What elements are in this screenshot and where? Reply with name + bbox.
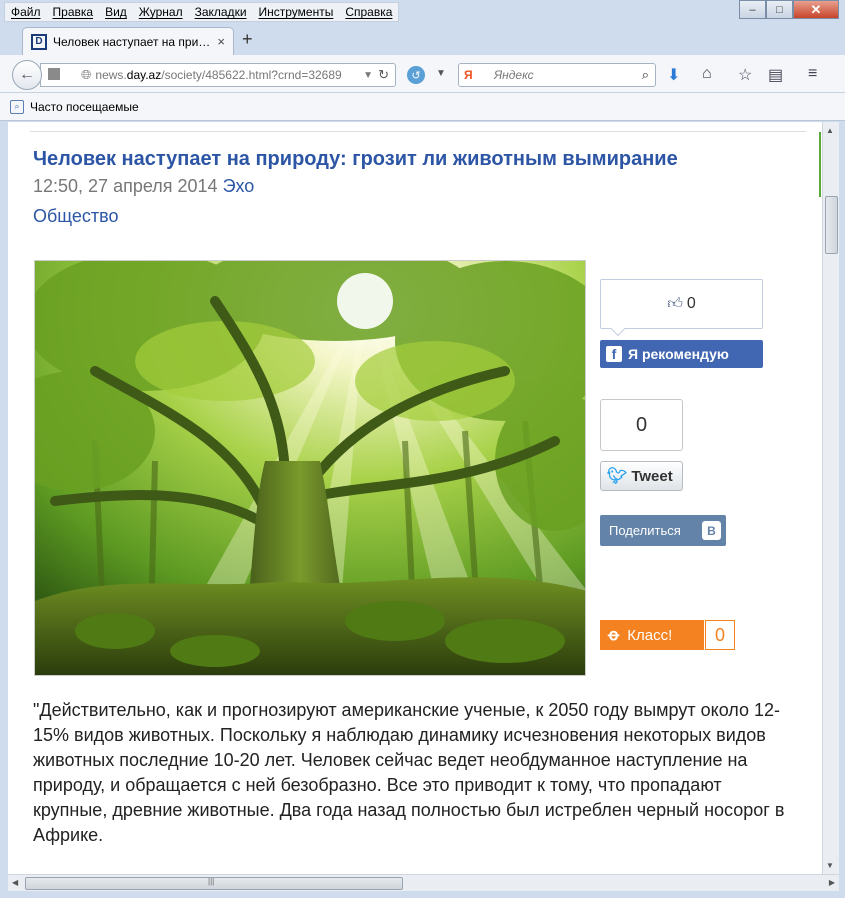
scroll-down-icon[interactable]: ▼	[826, 861, 834, 870]
vertical-scroll-thumb[interactable]	[825, 196, 838, 254]
menu-help[interactable]: Справка	[339, 3, 398, 21]
site-favicon-icon: D	[31, 33, 47, 50]
odnoklassniki-icon: ꝋ	[608, 627, 620, 644]
article-source-link[interactable]: Эхо	[223, 176, 255, 196]
vk-share-button[interactable]: Поделиться B	[600, 515, 726, 546]
search-engine-dropdown-icon[interactable]: ▼	[436, 68, 446, 79]
reload-icon[interactable]: ↻	[378, 67, 389, 83]
home-icon[interactable]: ⌂	[702, 65, 712, 83]
minimize-button[interactable]: –	[739, 0, 766, 19]
article-category-link[interactable]: Общество	[33, 206, 119, 227]
vertical-scrollbar[interactable]: ▲ ▼	[822, 122, 839, 874]
menu-tools[interactable]: Инструменты	[253, 3, 340, 21]
vk-logo-icon: B	[702, 521, 721, 540]
browser-window: Файл Правка Вид Журнал Закладки Инструме…	[0, 0, 845, 898]
maximize-button[interactable]: □	[766, 0, 793, 19]
bookmark-most-visited[interactable]: Часто посещаемые	[30, 100, 139, 114]
article-datetime: 12:50, 27 апреля 2014	[33, 176, 218, 196]
twitter-bird-icon: 🐦︎	[607, 468, 628, 485]
globe-icon: 🌐︎	[81, 67, 92, 82]
search-input[interactable]: Я Яндекс ⌕	[458, 63, 656, 87]
menu-bar: Файл Правка Вид Журнал Закладки Инструме…	[4, 2, 400, 22]
bookmarks-folder-icon: ⌕	[10, 99, 24, 114]
article-meta: 12:50, 27 апреля 2014 Эхо	[33, 176, 254, 197]
url-dropdown-icon[interactable]: ▼	[363, 70, 373, 81]
facebook-recommend-label: Я рекомендую	[628, 346, 729, 362]
clipboard-icon[interactable]: ▤	[768, 65, 783, 85]
ok-class-count: 0	[705, 620, 735, 650]
facebook-like-count: 0	[686, 295, 696, 312]
back-arrow-icon[interactable]: ←	[12, 60, 42, 90]
tab-active[interactable]: D Человек наступает на при… ×	[22, 27, 234, 55]
ok-class-label: Класс!	[627, 626, 673, 644]
yandex-bar-icon[interactable]: ↺	[407, 66, 425, 84]
scroll-left-icon[interactable]: ◀	[12, 878, 18, 887]
ok-class-button[interactable]: ꝋ Класс!	[600, 620, 704, 650]
menu-edit[interactable]: Правка	[47, 3, 100, 21]
thumbs-up-icon: 👍︎	[667, 295, 683, 312]
identity-icon[interactable]	[48, 68, 60, 80]
scroll-grip-icon: |||	[208, 877, 215, 886]
tweet-label: Tweet	[631, 467, 673, 485]
facebook-icon: f	[606, 346, 622, 362]
tweet-button[interactable]: 🐦︎ Tweet	[600, 461, 683, 491]
url-bar[interactable]: 🌐︎ news.day.az/society/485622.html?crnd=…	[40, 63, 396, 87]
close-window-button[interactable]: ✕	[793, 0, 839, 19]
tab-title: Человек наступает на при…	[53, 34, 211, 49]
url-text: news.day.az/society/485622.html?crnd=326…	[95, 68, 342, 82]
window-controls: – □ ✕	[739, 0, 839, 19]
search-icon[interactable]: ⌕	[642, 67, 649, 83]
page-accent-line	[819, 132, 821, 197]
search-placeholder: Яндекс	[494, 68, 534, 82]
bookmarks-toolbar: ⌕ Часто посещаемые	[0, 93, 845, 121]
facebook-like-counter[interactable]: 👍︎ 0	[600, 279, 763, 329]
tab-close-icon[interactable]: ×	[217, 34, 225, 49]
menu-history[interactable]: Журнал	[133, 3, 189, 21]
bookmark-star-icon[interactable]: ☆	[738, 65, 752, 85]
vk-share-label: Поделиться	[609, 523, 681, 538]
tweet-counter: 0	[600, 399, 683, 451]
scroll-up-icon[interactable]: ▲	[826, 126, 834, 135]
download-icon[interactable]: ⬇	[667, 65, 680, 85]
page-content: Человек наступает на природу: грозит ли …	[8, 122, 822, 874]
yandex-logo-icon: Я	[464, 68, 473, 82]
scroll-right-icon[interactable]: ▶	[829, 878, 835, 887]
menu-file[interactable]: Файл	[5, 3, 47, 21]
forest-tree-image	[35, 261, 585, 675]
horizontal-scrollbar[interactable]: ◀ ||| ▶	[8, 874, 839, 891]
navigation-bar: 🌐︎ news.day.az/society/485622.html?crnd=…	[0, 55, 845, 93]
divider	[30, 131, 806, 132]
menu-icon[interactable]: ≡	[808, 65, 817, 83]
article-photo	[34, 260, 586, 676]
menu-bookmarks[interactable]: Закладки	[189, 3, 253, 21]
article-paragraph: "Действительно, как и прогнозируют амери…	[33, 700, 785, 845]
menu-view[interactable]: Вид	[99, 3, 133, 21]
new-tab-button[interactable]: +	[242, 29, 253, 50]
article-headline[interactable]: Человек наступает на природу: грозит ли …	[33, 148, 678, 171]
facebook-recommend-button[interactable]: f Я рекомендую	[600, 340, 763, 368]
